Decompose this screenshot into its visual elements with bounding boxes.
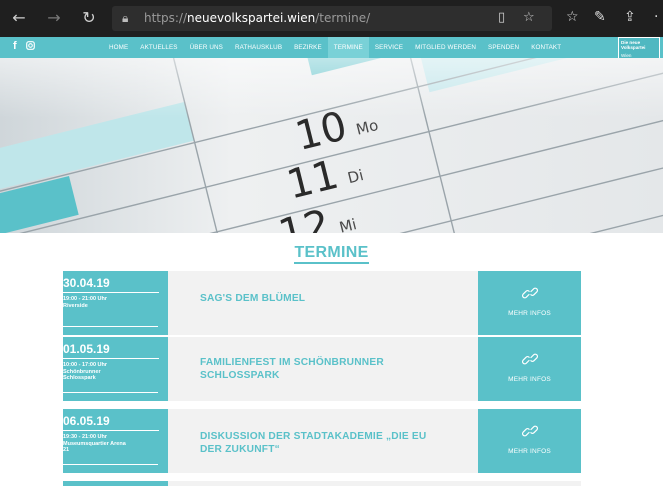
date-divider: [63, 292, 159, 293]
more-info-button[interactable]: MEHR INFOS: [478, 271, 581, 335]
facebook-icon[interactable]: f: [13, 40, 17, 52]
site-navigation: f HOME AKTUELLES ÜBER UNS RATHAUSKLUB BE…: [0, 37, 663, 58]
event-title[interactable]: FAMILIENFEST IM SCHÖNBRUNNER SCHLOSSPARK: [200, 356, 384, 382]
date-divider: [63, 358, 159, 359]
lock-icon: 🔒︎: [122, 11, 129, 25]
more-info-button[interactable]: MEHR INFOS: [478, 337, 581, 401]
event-place: 21: [63, 447, 70, 453]
address-bar[interactable]: 🔒︎ https://neuevolkspartei.wien/termine/…: [112, 6, 552, 31]
event-card[interactable]: 01.05.19 10:00 - 17:00 Uhr Schönbrunner …: [63, 337, 581, 401]
back-arrow-icon[interactable]: ←: [9, 8, 29, 28]
date-divider: [63, 430, 159, 431]
event-title[interactable]: DISKUSSION DER STADTAKADEMIE „DIE EU DER…: [200, 430, 426, 456]
reading-view-icon[interactable]: ▯: [498, 10, 505, 25]
event-title-line: SAG'S DEM BLÜMEL: [200, 293, 306, 304]
nav-termine[interactable]: TERMINE: [327, 37, 369, 58]
nav-ueber-uns[interactable]: ÜBER UNS: [184, 37, 229, 58]
nav-spenden[interactable]: SPENDEN: [482, 37, 525, 58]
browser-toolbar: ← → ↻ 🔒︎ https://neuevolkspartei.wien/te…: [0, 0, 663, 37]
event-date-box: 06.05.19 19:30 - 21:00 Uhr Museumsquarti…: [63, 409, 168, 473]
event-date-box: 01.05.19 10:00 - 17:00 Uhr Schönbrunner …: [63, 337, 168, 401]
nav-rathausklub[interactable]: RATHAUSKLUB: [229, 37, 288, 58]
favorite-star-icon[interactable]: ☆: [523, 10, 535, 25]
link-icon: [522, 425, 538, 437]
event-place: Schlosspark: [63, 375, 96, 381]
url-text[interactable]: https://neuevolkspartei.wien/termine/: [144, 11, 370, 25]
hero-calendar-image: 10 Mo 11 Di 12 Mi 13 50: [0, 58, 663, 233]
event-title[interactable]: SAG'S DEM BLÜMEL: [200, 292, 305, 305]
share-icon[interactable]: ⇪: [624, 9, 636, 25]
more-info-label: MEHR INFOS: [508, 376, 551, 383]
nav-mitglied-werden[interactable]: MITGLIED WERDEN: [409, 37, 482, 58]
event-date: 06.05.19: [63, 414, 110, 428]
event-title-line: FAMILIENFEST IM SCHÖNBRUNNER: [200, 357, 384, 368]
date-underline: [63, 464, 158, 465]
main-menu: HOME AKTUELLES ÜBER UNS RATHAUSKLUB BEZI…: [103, 37, 567, 58]
event-date-box: 30.04.19 19:00 - 21:00 Uhr Riverside: [63, 271, 168, 335]
event-card-partial[interactable]: [63, 481, 581, 486]
more-info-label: MEHR INFOS: [508, 448, 551, 455]
nav-service[interactable]: SERVICE: [369, 37, 409, 58]
event-title-line: DISKUSSION DER STADTAKADEMIE „DIE EU: [200, 431, 427, 442]
nav-bezirke[interactable]: BEZIRKE: [288, 37, 328, 58]
more-info-button[interactable]: MEHR INFOS: [478, 409, 581, 473]
page-title: TERMINE: [0, 244, 663, 264]
nav-home[interactable]: HOME: [103, 37, 134, 58]
forward-arrow-icon[interactable]: →: [44, 8, 64, 28]
event-place: Riverside: [63, 302, 88, 309]
nav-kontakt[interactable]: KONTAKT: [525, 37, 567, 58]
event-card[interactable]: 30.04.19 19:00 - 21:00 Uhr Riverside SAG…: [63, 271, 581, 335]
favorites-list-icon[interactable]: ☆: [566, 9, 579, 25]
event-date-box: [63, 481, 168, 486]
event-date: 30.04.19: [63, 276, 110, 290]
more-icon[interactable]: ·: [654, 9, 658, 25]
link-icon: [522, 287, 538, 299]
instagram-icon[interactable]: [26, 41, 35, 53]
event-title-line: DER ZUKUNFT“: [200, 444, 280, 455]
reload-icon[interactable]: ↻: [79, 8, 99, 28]
more-info-label: MEHR INFOS: [508, 310, 551, 317]
pen-icon[interactable]: ✎: [594, 9, 606, 25]
nav-aktuelles[interactable]: AKTUELLES: [134, 37, 183, 58]
date-underline: [63, 392, 158, 393]
link-icon: [522, 353, 538, 365]
event-date: 01.05.19: [63, 342, 110, 356]
event-title-line: SCHLOSSPARK: [200, 370, 280, 381]
date-underline: [63, 326, 158, 327]
logo-line: Volkspartei: [621, 45, 646, 50]
event-card[interactable]: 06.05.19 19:30 - 21:00 Uhr Museumsquarti…: [63, 409, 581, 473]
